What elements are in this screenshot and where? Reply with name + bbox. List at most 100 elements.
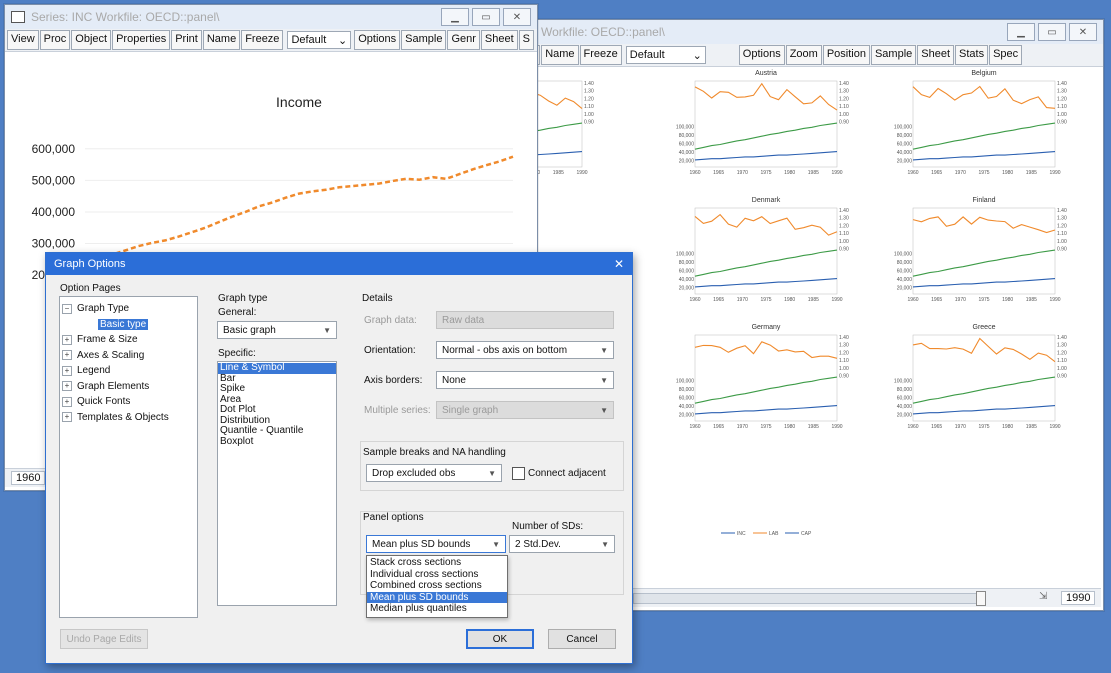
toolbar-button-freeze[interactable]: Freeze [579,45,622,65]
expand-icon[interactable]: + [62,381,72,392]
panel-option-item[interactable]: Combined cross sections [367,580,507,592]
toolbar-button-name[interactable]: Name [541,45,579,65]
x-tick-label: 1975 [978,424,989,430]
horizontal-scrollbar[interactable] [633,593,985,604]
panel-options-dropdown[interactable]: Stack cross sections Individual cross sec… [366,555,508,618]
tree-item-graph-type[interactable]: − Graph Type [60,301,197,317]
tree-item-label: Basic type [98,318,149,330]
x-tick-label: 1970 [737,424,748,430]
expand-icon[interactable]: + [62,396,72,407]
left-tick-label: 40,000 [679,277,695,283]
sample-select[interactable]: Default ⌄ [625,46,706,64]
right-tick-label: 1.20 [839,350,849,356]
panel-option-item[interactable]: Mean plus SD bounds [367,591,507,603]
connect-adjacent-checkbox[interactable] [512,467,525,480]
multiple-series-select[interactable]: Single graph ▼ [436,401,614,419]
left-tick-label: 20,000 [897,286,913,292]
axis-borders-select[interactable]: None ▼ [436,371,614,389]
x-tick-label: 1990 [831,297,842,303]
left-tick-label: 100,000 [676,378,694,384]
toolbar-button-sheet[interactable]: Sheet [480,30,518,50]
minimize-icon[interactable]: ▁ [1007,23,1035,41]
resize-icon[interactable]: ⇲ [1039,591,1047,602]
tree-item-quick-fonts[interactable]: + Quick Fonts [60,394,197,410]
specific-item[interactable]: Boxplot [218,436,336,448]
toolbar-button-sample[interactable]: Sample [870,45,917,65]
panel-option-item[interactable]: Individual cross sections [367,569,507,581]
tree-item-templates-objects[interactable]: + Templates & Objects [60,410,197,426]
x-tick-label: 1985 [1026,424,1037,430]
graph-data-select[interactable]: Raw data [436,311,614,329]
panel-options-select[interactable]: Mean plus SD bounds ▼ [366,535,506,553]
undo-page-edits-button[interactable]: Undo Page Edits [60,629,148,649]
tree-item-legend[interactable]: + Legend [60,363,197,379]
x-tick-label: 1980 [784,170,795,176]
right-tick-label: 1.00 [1057,112,1067,118]
panel-window-titlebar[interactable]: Workfile: OECD::panel\ ▁ ▭ ✕ [521,20,1103,44]
toolbar-button-name[interactable]: Name [202,30,241,50]
left-tick-label: 60,000 [679,269,695,275]
expand-icon[interactable]: + [62,412,72,423]
option-pages-tree[interactable]: − Graph Type Basic type + Frame & Size + Axes … [59,296,198,618]
toolbar-button-object[interactable]: Object [71,30,112,50]
tree-item-axes-scaling[interactable]: + Axes & Scaling [60,348,197,364]
scrollbar-thumb[interactable] [976,591,986,606]
specific-item[interactable]: Dot Plot [218,405,336,416]
panel-frame [912,80,1056,168]
toolbar-button-options[interactable]: Options [354,30,401,50]
tree-item-basic-type[interactable]: Basic type [60,317,197,333]
sample-select[interactable]: Default ⌄ [287,31,352,49]
close-icon[interactable]: ✕ [614,257,624,271]
right-tick-label: 1.40 [1057,208,1067,214]
cancel-button[interactable]: Cancel [548,629,616,649]
orientation-select[interactable]: Normal - obs axis on bottom ▼ [436,341,614,359]
close-icon[interactable]: ✕ [1069,23,1097,41]
toolbar-button-stats[interactable]: Stats [955,45,989,65]
specific-listbox[interactable]: Line & Symbol Bar Spike Area Dot Plot Distrib… [217,361,337,606]
toolbar-button-options[interactable]: Options [738,45,785,65]
minimize-icon[interactable]: ▁ [441,8,469,26]
collapse-icon[interactable]: − [62,303,72,314]
left-tick-label: 100,000 [676,124,694,130]
status-date-value: 1990 [1061,591,1096,605]
left-tick-label: 100,000 [894,251,912,257]
maximize-icon[interactable]: ▭ [1038,23,1066,41]
close-icon[interactable]: ✕ [503,8,531,26]
toolbar-button-print[interactable]: Print [171,30,202,50]
tree-item-graph-elements[interactable]: + Graph Elements [60,379,197,395]
expand-icon[interactable]: + [62,334,72,345]
toolbar-button-freeze[interactable]: Freeze [241,30,284,50]
maximize-icon[interactable]: ▭ [472,8,500,26]
toolbar-button-proc[interactable]: Proc [39,30,71,50]
graph-type-label: Graph type [218,293,268,304]
expand-icon[interactable]: + [62,350,72,361]
toolbar-button-sample[interactable]: Sample [401,30,447,50]
ok-button[interactable]: OK [466,629,534,649]
general-select[interactable]: Basic graph ▼ [217,321,337,339]
toolbar-button-s[interactable]: S [518,30,534,50]
expand-icon[interactable]: + [62,365,72,376]
series-window-titlebar[interactable]: Series: INC Workfile: OECD::panel\ ▁ ▭ ✕ [5,5,537,29]
toolbar-button-sheet[interactable]: Sheet [917,45,955,65]
specific-item[interactable]: Spike [218,384,336,395]
toolbar-button-spec[interactable]: Spec [989,45,1023,65]
specific-item[interactable]: Quantile - Quantile [218,426,336,437]
panel-option-item[interactable]: Stack cross sections [367,557,507,569]
x-tick-label: 1960 [907,424,918,430]
orientation-value: Normal - obs axis on bottom [442,344,568,356]
panel-frame [694,207,838,295]
sample-breaks-select[interactable]: Drop excluded obs ▼ [366,464,502,482]
toolbar-button-position[interactable]: Position [822,45,870,65]
toolbar-button-genr[interactable]: Genr [447,30,480,50]
dialog-titlebar[interactable]: Graph Options ✕ [46,253,632,275]
panel-option-item[interactable]: Median plus quantiles [367,603,507,615]
sample-breaks-label: Sample breaks and NA handling [363,447,506,458]
left-tick-label: 40,000 [679,150,695,156]
x-tick-label: 1990 [576,170,587,176]
tree-item-frame-size[interactable]: + Frame & Size [60,332,197,348]
toolbar-button-view[interactable]: View [7,30,39,50]
toolbar-button-zoom[interactable]: Zoom [785,45,822,65]
number-of-sds-select[interactable]: 2 Std.Dev. ▼ [509,535,615,553]
toolbar-button-properties[interactable]: Properties [112,30,171,50]
specific-item[interactable]: Line & Symbol [218,363,336,374]
